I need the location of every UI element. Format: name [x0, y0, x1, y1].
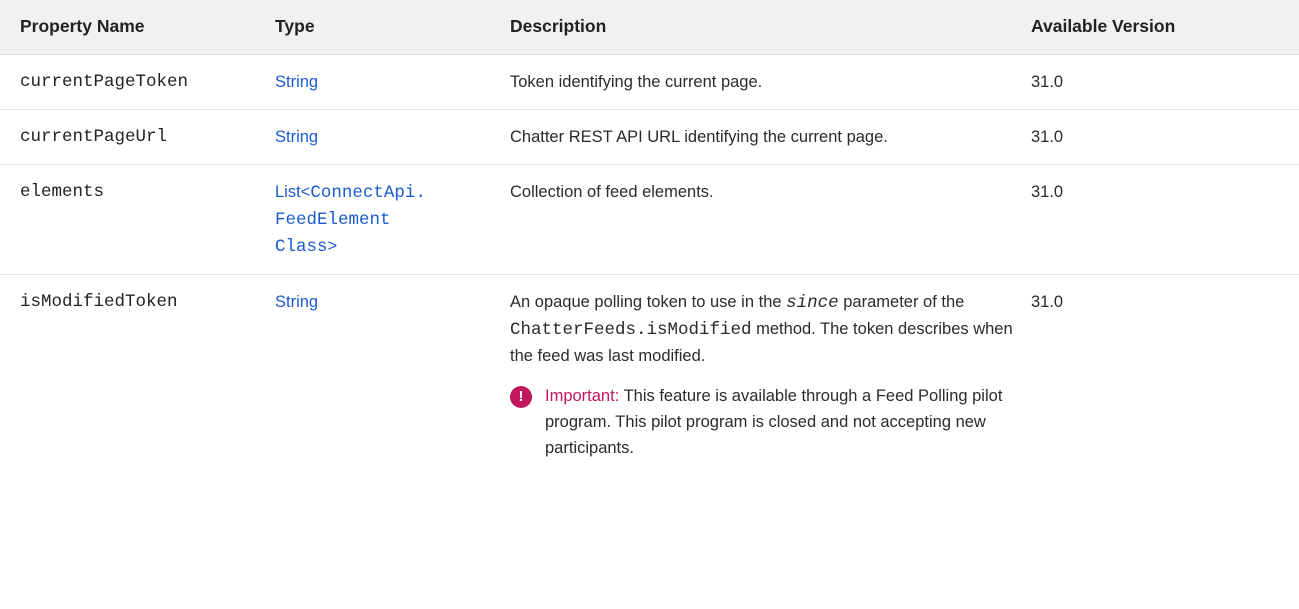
- type-link[interactable]: String: [275, 293, 318, 311]
- header-property-name: Property Name: [0, 0, 275, 55]
- available-version: 31.0: [1031, 54, 1299, 110]
- important-icon: !: [510, 385, 532, 408]
- description: An opaque polling token to use in the si…: [510, 292, 1013, 365]
- property-name: currentPageUrl: [0, 109, 275, 165]
- table-row: isModifiedToken String An opaque polling…: [0, 274, 1299, 475]
- method-code: ChatterFeeds.isModified: [510, 319, 752, 340]
- header-description: Description: [510, 0, 1031, 55]
- list-type-link[interactable]: List<: [275, 183, 310, 201]
- description: Collection of feed elements.: [510, 164, 1031, 275]
- property-table: Property Name Type Description Available…: [0, 0, 1299, 475]
- type-link[interactable]: String: [275, 128, 318, 146]
- table-row: currentPageUrl String Chatter REST API U…: [0, 109, 1299, 165]
- available-version: 31.0: [1031, 164, 1299, 275]
- important-label: Important:: [545, 386, 620, 405]
- table-row: currentPageToken String Token identifyin…: [0, 54, 1299, 110]
- description: Chatter REST API URL identifying the cur…: [510, 109, 1031, 165]
- table-header-row: Property Name Type Description Available…: [0, 0, 1299, 55]
- property-name: currentPageToken: [0, 54, 275, 110]
- description-cell: An opaque polling token to use in the si…: [510, 274, 1031, 475]
- description: Token identifying the current page.: [510, 54, 1031, 110]
- property-name: isModifiedToken: [20, 291, 178, 312]
- table-row: elements List<ConnectApi. FeedElement Cl…: [0, 164, 1299, 275]
- type-link[interactable]: String: [275, 73, 318, 91]
- connectapi-type-link[interactable]: ConnectApi.: [310, 183, 426, 203]
- param-name: since: [786, 292, 839, 313]
- important-note: ! Important: This feature is available t…: [510, 383, 1021, 461]
- property-name: elements: [0, 164, 275, 275]
- type-cell: List<ConnectApi. FeedElement Class>: [275, 164, 510, 275]
- available-version: 31.0: [1031, 292, 1064, 311]
- connectapi-type-link-cont[interactable]: Class: [275, 237, 328, 257]
- type-suffix: >: [327, 236, 338, 255]
- connectapi-type-link-cont[interactable]: FeedElement: [275, 210, 391, 230]
- header-available-version: Available Version: [1031, 0, 1299, 55]
- header-type: Type: [275, 0, 510, 55]
- available-version: 31.0: [1031, 109, 1299, 165]
